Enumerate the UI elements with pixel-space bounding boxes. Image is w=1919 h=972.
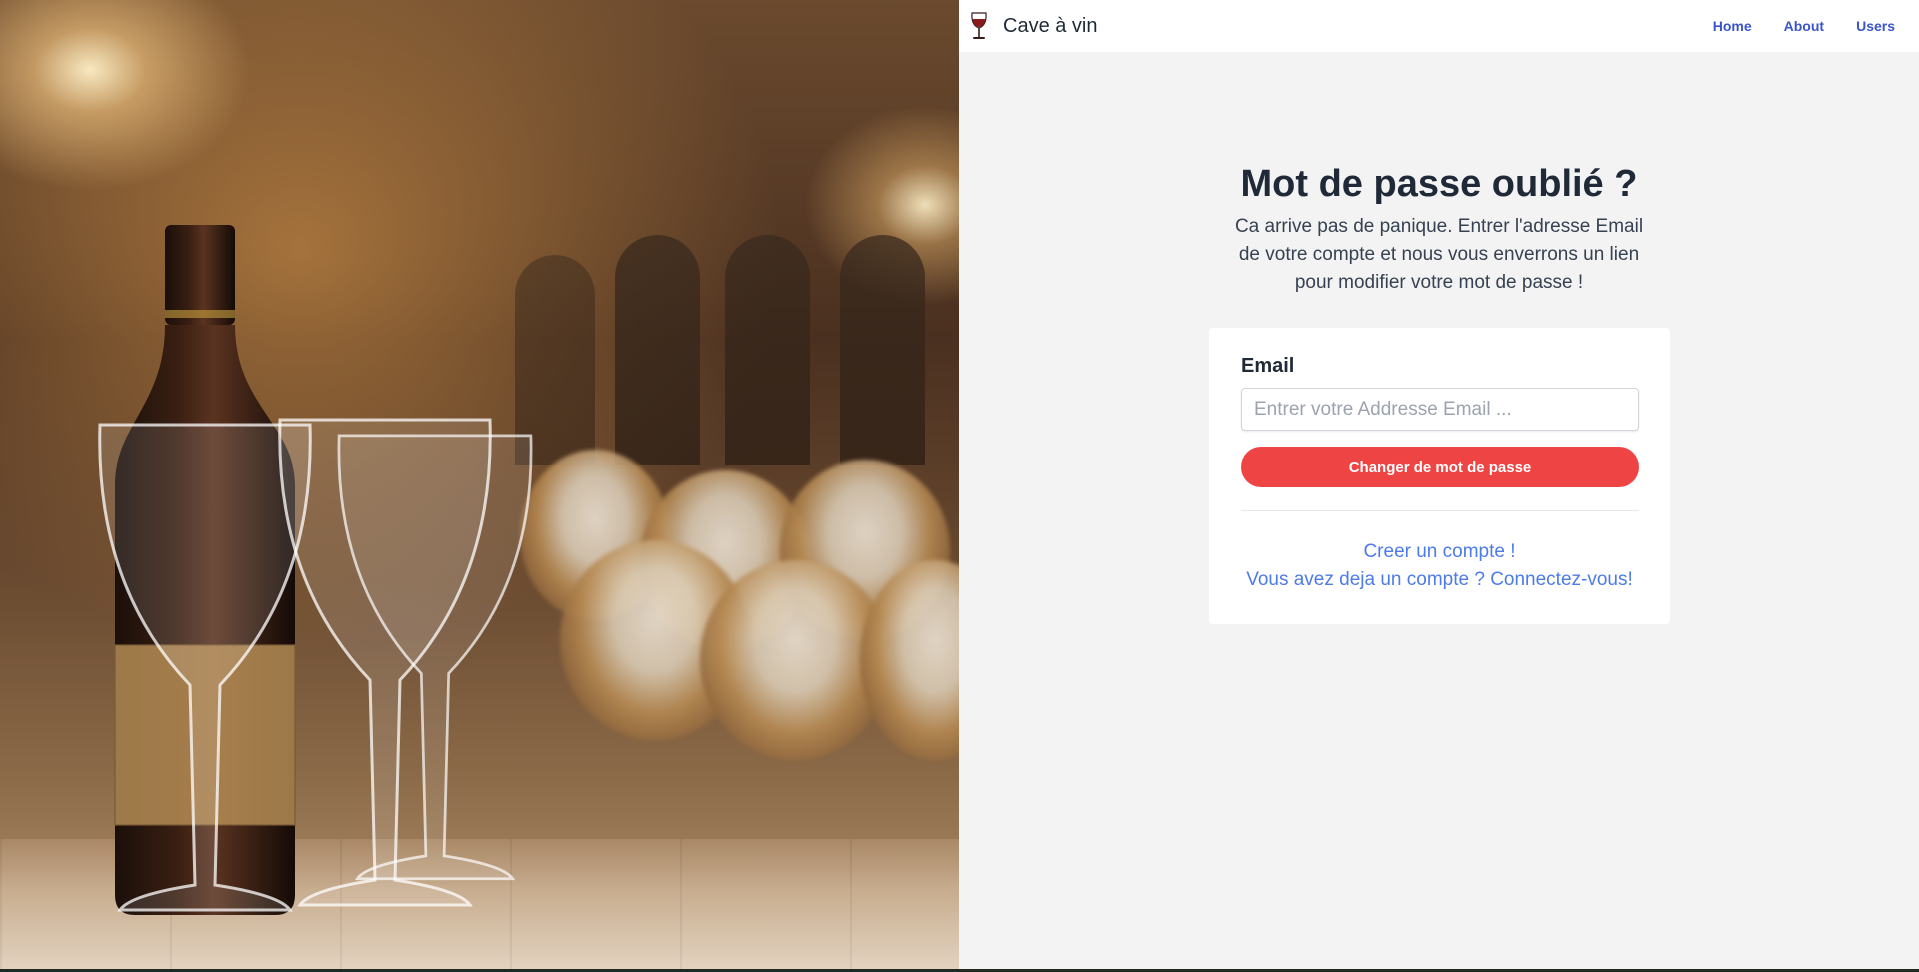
nav-users-link[interactable]: Users [1856,18,1895,34]
email-input[interactable] [1241,388,1639,431]
register-link[interactable]: Creer un compte ! [1209,538,1670,566]
main-content: Cave à vin Home About Users Mot de passe… [959,0,1919,969]
page-subtitle: Ca arrive pas de panique. Entrer l'adres… [1234,216,1644,293]
cellar-arch [725,235,810,465]
login-link[interactable]: Vous avez deja un compte ? Connectez-vou… [1209,566,1670,594]
cellar-arch [840,235,925,465]
wine-glass [337,434,533,881]
page-title: Mot de passe oublié ? [1240,163,1638,205]
brand-name: Cave à vin [1003,14,1098,37]
divider [1241,510,1639,511]
reset-password-button[interactable]: Changer de mot de passe [1241,447,1639,487]
reset-password-card: Email Changer de mot de passe Creer un c… [1209,328,1670,624]
hero-image [0,0,959,969]
wine-glass-icon [969,10,989,42]
cellar-arch [615,235,700,465]
navbar: Cave à vin Home About Users [959,0,1919,52]
account-links: Creer un compte ! Vous avez deja un comp… [1209,538,1670,594]
nav-home-link[interactable]: Home [1713,18,1752,34]
nav-links: Home About Users [1713,0,1919,52]
brand-link[interactable]: Cave à vin [969,10,1098,42]
email-label: Email [1241,355,1295,377]
nav-about-link[interactable]: About [1784,18,1824,34]
